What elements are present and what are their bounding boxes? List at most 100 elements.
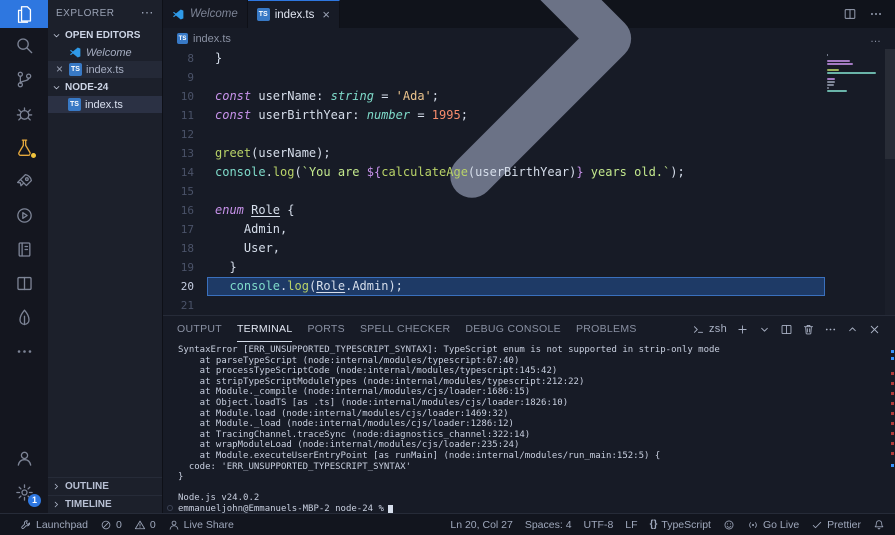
- status-notifications[interactable]: [867, 514, 891, 535]
- line-number: 10: [180, 90, 194, 103]
- status-label: UTF-8: [583, 518, 614, 531]
- activity-item-explorer[interactable]: [0, 0, 48, 28]
- code-line-14[interactable]: 14 console.log(`You are ${calculateAge(us…: [163, 163, 825, 182]
- status-label: Spaces: 4: [524, 518, 572, 531]
- file-index.ts[interactable]: TS index.ts: [48, 96, 162, 113]
- open-editor-Welcome[interactable]: Welcome: [48, 44, 162, 61]
- panel-tab-spell-checker[interactable]: SPELL CHECKER: [360, 316, 450, 342]
- line-number: 17: [180, 223, 194, 236]
- status-prettier[interactable]: Prettier: [805, 514, 867, 535]
- status-live-share[interactable]: Live Share: [162, 514, 240, 535]
- status-encoding[interactable]: UTF-8: [578, 514, 620, 535]
- code-line-18[interactable]: 18 User,: [163, 239, 825, 258]
- terminal-prompt-icon: [693, 325, 703, 333]
- code-line-13[interactable]: 13 greet(userName);: [163, 144, 825, 163]
- activity-item-settings[interactable]: 1: [0, 475, 48, 509]
- section-timeline[interactable]: TIMELINE: [48, 495, 162, 513]
- code-line-12[interactable]: 12: [163, 125, 825, 144]
- ellipsis-icon: [871, 13, 881, 15]
- terminal-line: at wrapModuleLoad (node:internal/modules…: [178, 440, 520, 451]
- columns-icon: [16, 276, 32, 290]
- minimap[interactable]: [825, 49, 885, 315]
- line-content: greet(userName);: [215, 146, 331, 160]
- main-area: 1 EXPLORER ⋯ OPEN EDITORS Welcome × TS inde…: [0, 0, 895, 513]
- terminal-prompt-row: emmanueljohn@Emmanuels-MBP-2 node-24 %: [167, 504, 881, 513]
- smiley-icon: [724, 520, 734, 529]
- code-line-16[interactable]: 16 enum Role {: [163, 201, 825, 220]
- activity-item-run-debug[interactable]: [0, 96, 48, 130]
- line-content: }: [215, 260, 237, 274]
- line-content: [207, 182, 825, 201]
- line-number: 21: [180, 299, 194, 312]
- line-content: console.log(Role.Admin);: [207, 277, 825, 296]
- breadcrumb-ellipsis[interactable]: …: [870, 33, 881, 45]
- activity-item-run[interactable]: [0, 198, 48, 232]
- line-number: 19: [180, 261, 194, 274]
- files-icon: [17, 5, 31, 23]
- status-label: Prettier: [827, 518, 861, 531]
- remote-indicator[interactable]: [0, 514, 14, 535]
- activity-item-accounts[interactable]: [0, 441, 48, 475]
- panel-tab-debug-console[interactable]: DEBUG CONSOLE: [465, 316, 561, 342]
- status-feedback[interactable]: [717, 514, 741, 535]
- section-outline[interactable]: OUTLINE: [48, 477, 162, 495]
- activity-item-notebook[interactable]: [0, 232, 48, 266]
- panel-tab-bar: OUTPUT TERMINAL PORTS SPELL CHECKER DEBUG CO…: [163, 316, 895, 342]
- panel-tab-output[interactable]: OUTPUT: [177, 316, 222, 342]
- editor-scrollbar[interactable]: [885, 49, 895, 315]
- rocket-icon: [16, 173, 32, 186]
- activity-item-editor-layout[interactable]: [0, 266, 48, 300]
- close-icon[interactable]: ×: [54, 63, 65, 75]
- status-label: 0: [149, 518, 156, 531]
- code-line-15[interactable]: 15: [163, 182, 825, 201]
- panel-actions: zsh: [692, 323, 881, 336]
- terminal[interactable]: SyntaxError [ERR_UNSUPPORTED_TYPESCRIPT_…: [163, 342, 895, 513]
- status-cursor-position[interactable]: Ln 20, Col 27: [444, 514, 518, 535]
- shell-picker[interactable]: zsh: [692, 323, 727, 336]
- status-eol[interactable]: LF: [619, 514, 643, 535]
- bug-icon: [16, 106, 32, 121]
- line-content: [207, 125, 825, 144]
- code-line-8[interactable]: 8}: [163, 49, 825, 68]
- status-errors[interactable]: 0: [94, 514, 128, 535]
- activity-bar-top: [0, 0, 48, 368]
- command-indicator-icon: [167, 504, 173, 511]
- activity-item-source-control[interactable]: [0, 62, 48, 96]
- open-editors-section-header[interactable]: OPEN EDITORS: [48, 26, 162, 44]
- activity-item-testing[interactable]: [0, 130, 48, 164]
- panel-tab-terminal[interactable]: TERMINAL: [236, 316, 293, 342]
- code-line-19[interactable]: 19 }: [163, 258, 825, 277]
- code-line-17[interactable]: 17 Admin,: [163, 220, 825, 239]
- code-line-11[interactable]: 11 const userBirthYear: number = 1995;: [163, 106, 825, 125]
- line-content: const userName: string = 'Ada';: [215, 89, 440, 103]
- code-line-10[interactable]: 10 const userName: string = 'Ada';: [163, 87, 825, 106]
- code-line-20[interactable]: 20 console.log(Role.Admin);: [163, 277, 825, 296]
- activity-item-mongodb[interactable]: [0, 300, 48, 334]
- activity-item-remote-explorer[interactable]: [0, 164, 48, 198]
- sidebar-more-actions-icon[interactable]: ⋯: [141, 5, 155, 21]
- scrollbar-thumb[interactable]: [885, 49, 895, 159]
- code-line-9[interactable]: 9: [163, 68, 825, 87]
- breadcrumb[interactable]: TS index.ts …: [163, 0, 895, 198]
- panel-tab-ports[interactable]: PORTS: [307, 316, 344, 342]
- terminal-line: SyntaxError [ERR_UNSUPPORTED_TYPESCRIPT_…: [178, 345, 720, 355]
- folder-section-header[interactable]: NODE-24: [48, 78, 162, 96]
- status-language-mode[interactable]: {} TypeScript: [644, 514, 717, 535]
- activity-item-search[interactable]: [0, 28, 48, 62]
- panel-tab-problems[interactable]: PROBLEMS: [576, 316, 637, 342]
- activity-item-more-views[interactable]: [0, 334, 48, 368]
- code-area[interactable]: 8} 9 10 const userName: string = 'Ada'; 11 co…: [163, 49, 825, 315]
- breadcrumb-file[interactable]: index.ts: [193, 33, 231, 45]
- code-line-21[interactable]: 21: [163, 296, 825, 315]
- status-warnings[interactable]: 0: [128, 514, 162, 535]
- person-icon: [169, 520, 178, 530]
- open-editor-index.ts[interactable]: × TS index.ts: [48, 61, 162, 78]
- status-launchpad[interactable]: Launchpad: [14, 514, 94, 535]
- ellipsis-icon: [17, 349, 31, 353]
- terminal-line: at TracingChannel.traceSync (node:diagno…: [178, 429, 531, 440]
- folder-file-list: TS index.ts: [48, 96, 162, 113]
- status-indentation[interactable]: Spaces: 4: [519, 514, 578, 535]
- status-go-live[interactable]: Go Live: [741, 514, 805, 535]
- line-content: console.log(`You are ${calculateAge(user…: [215, 165, 685, 179]
